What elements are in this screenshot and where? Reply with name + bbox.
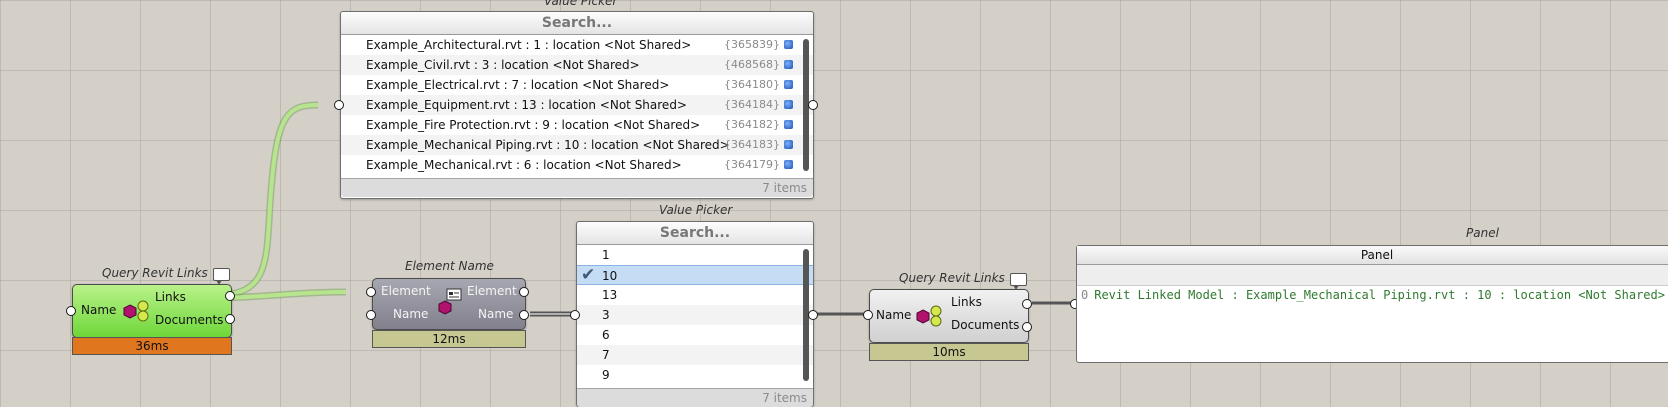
wire-links-to-top-picker	[221, 101, 319, 299]
panel-component[interactable]: Panel 0 Revit Linked Model : Example_Mech…	[1076, 245, 1668, 363]
panel-title: Panel	[1466, 226, 1499, 240]
list-item[interactable]: 9	[577, 365, 813, 385]
element-id: {364183}	[724, 138, 780, 151]
value-picker-top-output-grip[interactable]	[808, 100, 818, 110]
panel-toolbar-strip	[1077, 265, 1668, 286]
value-picker-top-list[interactable]: Example_Architectural.rvt : 1 : location…	[341, 35, 813, 178]
list-item[interactable]: Example_Electrical.rvt : 7 : location <N…	[341, 75, 813, 95]
input-name-label: Name	[81, 303, 117, 317]
revit-element-cube-icon	[784, 140, 793, 149]
input-element-label: Element	[381, 284, 431, 298]
value-picker-mid-input-grip[interactable]	[570, 310, 580, 320]
list-item-label: Example_Civil.rvt : 3 : location <Not Sh…	[366, 58, 640, 72]
panel-output-line: 0 Revit Linked Model : Example_Mechanical…	[1081, 288, 1665, 302]
list-item-label: Example_Mechanical.rvt : 6 : location <N…	[366, 158, 682, 172]
output-links-label: Links	[951, 295, 982, 309]
list-item-label: 1	[602, 248, 610, 262]
value-picker-top-title: Value Picker	[544, 0, 618, 8]
query-right-title: Query Revit Links	[899, 271, 1005, 285]
value-picker-mid-search[interactable]: Search...	[577, 222, 813, 245]
element-name-title: Element Name	[405, 259, 494, 273]
element-name-timer: 12ms	[372, 330, 526, 348]
revit-element-cube-icon	[784, 40, 793, 49]
list-item[interactable]: 1	[577, 245, 813, 265]
list-item-label: Example_Mechanical Piping.rvt : 10 : loc…	[366, 138, 730, 152]
input-name-label: Name	[393, 307, 429, 321]
query-revit-links-right[interactable]: Name Links Documents	[869, 289, 1029, 343]
list-item-label: 10	[602, 269, 618, 283]
output-links-label: Links	[155, 290, 186, 304]
list-item-label: 6	[602, 328, 610, 342]
list-item-label: 9	[602, 368, 610, 382]
list-item-label: 3	[602, 308, 610, 322]
element-id: {364182}	[724, 118, 780, 131]
element-name-component[interactable]: Element Name Element Name	[372, 278, 526, 330]
revit-element-cube-icon	[784, 120, 793, 129]
element-name-icon	[438, 288, 462, 315]
list-item[interactable]: 7	[577, 345, 813, 365]
value-picker-mid[interactable]: Search... 1 ✔ 10 13 3 6 7 9 7 items	[576, 221, 814, 407]
element-id: {364179}	[724, 158, 780, 171]
list-item-label: Example_Equipment.rvt : 13 : location <N…	[366, 98, 687, 112]
list-item[interactable]: Example_Civil.rvt : 3 : location <Not Sh…	[341, 55, 813, 75]
query-right-input-grip[interactable]	[863, 310, 873, 320]
element-name-name-input-grip[interactable]	[366, 310, 376, 320]
list-item-label: Example_Architectural.rvt : 1 : location…	[366, 38, 692, 52]
value-picker-top-input-grip[interactable]	[334, 100, 344, 110]
output-element-label: Element	[467, 284, 517, 298]
value-picker-mid-list[interactable]: 1 ✔ 10 13 3 6 7 9	[577, 245, 813, 388]
query-right-timer: 10ms	[869, 343, 1029, 361]
output-name-label: Name	[478, 307, 514, 321]
list-item[interactable]: Example_Fire Protection.rvt : 9 : locati…	[341, 115, 813, 135]
query-left-title: Query Revit Links	[102, 266, 208, 280]
element-id: {364184}	[724, 98, 780, 111]
list-item-label: 7	[602, 348, 610, 362]
list-item[interactable]: Example_Mechanical.rvt : 6 : location <N…	[341, 155, 813, 175]
list-item-selected[interactable]: ✔ 10	[577, 265, 813, 285]
output-documents-label: Documents	[951, 318, 1020, 332]
list-item[interactable]: 3	[577, 305, 813, 325]
panel-line-index: 0	[1081, 288, 1089, 302]
element-name-name-output-grip[interactable]	[519, 310, 529, 320]
list-item-label: Example_Electrical.rvt : 7 : location <N…	[366, 78, 670, 92]
query-left-input-grip[interactable]	[66, 306, 76, 316]
list-item-label: 13	[602, 288, 618, 302]
value-picker-mid-count: 7 items	[577, 388, 813, 407]
input-name-label: Name	[876, 308, 912, 322]
comment-bubble-icon[interactable]	[1010, 273, 1027, 290]
list-item[interactable]: Example_Mechanical Piping.rvt : 10 : loc…	[341, 135, 813, 155]
revit-element-cube-icon	[784, 160, 793, 169]
element-name-element-output-grip[interactable]	[519, 287, 529, 297]
value-picker-mid-title: Value Picker	[659, 203, 733, 217]
list-item[interactable]: 13	[577, 285, 813, 305]
element-id: {364180}	[724, 78, 780, 91]
query-left-links-grip[interactable]	[225, 291, 235, 301]
list-item-label: Example_Fire Protection.rvt : 9 : locati…	[366, 118, 701, 132]
query-left-documents-grip[interactable]	[225, 314, 235, 324]
value-picker-top[interactable]: Search... Example_Architectural.rvt : 1 …	[340, 11, 814, 199]
value-picker-top-count: 7 items	[341, 178, 813, 197]
revit-element-cube-icon	[784, 60, 793, 69]
check-icon: ✔	[581, 265, 596, 285]
element-id: {365839}	[724, 38, 780, 51]
list-item[interactable]: Example_Architectural.rvt : 1 : location…	[341, 35, 813, 55]
element-id: {468568}	[724, 58, 780, 71]
panel-line-text: Revit Linked Model : Example_Mechanical …	[1094, 288, 1665, 302]
revit-links-icon	[916, 305, 942, 327]
list-item[interactable]: Example_Equipment.rvt : 13 : location <N…	[341, 95, 813, 115]
comment-bubble-icon[interactable]	[213, 268, 230, 285]
query-left-timer: 36ms	[72, 337, 232, 355]
revit-links-icon	[123, 300, 149, 322]
revit-element-cube-icon	[784, 100, 793, 109]
output-documents-label: Documents	[155, 313, 224, 327]
query-revit-links-left[interactable]: Name Links Documents	[72, 284, 232, 338]
revit-element-cube-icon	[784, 80, 793, 89]
value-picker-mid-output-grip[interactable]	[808, 310, 818, 320]
query-right-links-grip[interactable]	[1022, 299, 1032, 309]
list-item[interactable]: 6	[577, 325, 813, 345]
value-picker-top-search[interactable]: Search...	[341, 12, 813, 35]
element-name-element-input-grip[interactable]	[366, 287, 376, 297]
query-right-documents-grip[interactable]	[1022, 322, 1032, 332]
panel-header: Panel	[1077, 246, 1668, 265]
